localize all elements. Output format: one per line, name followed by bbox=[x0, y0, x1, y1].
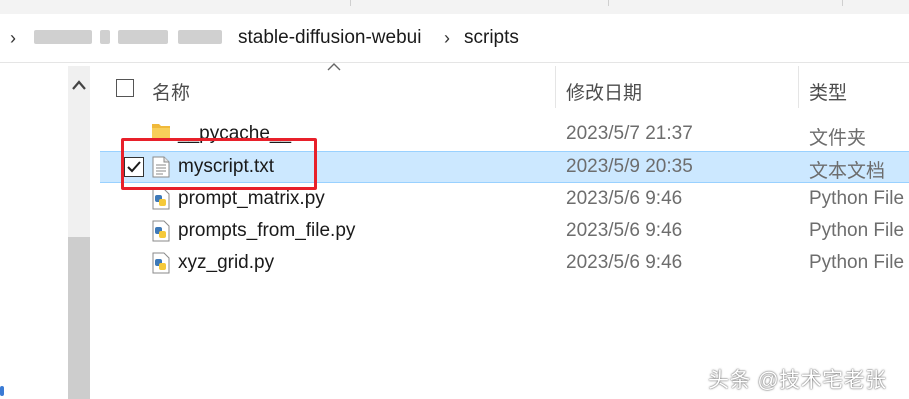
watermark-text: 头条 @技术宅老张 bbox=[708, 369, 887, 392]
breadcrumb-item[interactable]: stable-diffusion-webui bbox=[238, 27, 421, 49]
chevron-right-icon[interactable]: › bbox=[444, 28, 450, 49]
column-date-header[interactable]: 修改日期 bbox=[566, 78, 642, 105]
file-name: prompt_matrix.py bbox=[178, 188, 325, 209]
highlight-annotation bbox=[121, 138, 317, 190]
sort-ascending-icon bbox=[327, 63, 341, 71]
column-divider[interactable] bbox=[798, 66, 799, 108]
toolbar-divider bbox=[350, 0, 351, 6]
file-type: Python File bbox=[809, 188, 905, 209]
toolbar-strip bbox=[0, 0, 909, 15]
toolbar-divider bbox=[842, 0, 843, 6]
redacted-path-segment bbox=[178, 30, 222, 44]
file-date: 2023/5/6 9:46 bbox=[566, 252, 683, 273]
address-bar[interactable]: › stable-diffusion-webui › scripts bbox=[0, 14, 909, 63]
column-header bbox=[98, 63, 909, 115]
breadcrumb-item[interactable]: scripts bbox=[464, 27, 519, 49]
python-file-icon bbox=[152, 188, 170, 210]
nav-scrollbar-thumb[interactable] bbox=[68, 237, 90, 399]
file-name: xyz_grid.py bbox=[178, 252, 275, 273]
file-type: 文本文档 bbox=[809, 161, 886, 182]
toolbar-divider bbox=[608, 0, 609, 6]
file-row[interactable]: prompts_from_file.py 2023/5/6 9:46 Pytho… bbox=[100, 215, 909, 247]
chevron-right-icon[interactable]: › bbox=[10, 28, 16, 49]
column-divider[interactable] bbox=[555, 66, 556, 108]
file-type: 文件夹 bbox=[809, 128, 867, 149]
file-date: 2023/5/6 9:46 bbox=[566, 188, 683, 209]
file-type: Python File bbox=[809, 220, 905, 241]
file-date: 2023/5/7 21:37 bbox=[566, 123, 693, 144]
redacted-path-segment bbox=[118, 30, 168, 44]
python-file-icon bbox=[152, 220, 170, 242]
file-type: Python File bbox=[809, 252, 905, 273]
file-date: 2023/5/9 20:35 bbox=[566, 156, 693, 177]
column-name-header[interactable]: 名称 bbox=[152, 78, 190, 105]
scroll-up-icon[interactable] bbox=[68, 66, 90, 104]
file-row[interactable]: xyz_grid.py 2023/5/6 9:46 Python File bbox=[100, 247, 909, 279]
redacted-path-segment bbox=[100, 30, 110, 44]
select-all-checkbox[interactable] bbox=[116, 79, 134, 97]
file-name: prompts_from_file.py bbox=[178, 220, 356, 241]
file-date: 2023/5/6 9:46 bbox=[566, 220, 683, 241]
redacted-path-segment bbox=[34, 30, 92, 44]
python-file-icon bbox=[152, 252, 170, 274]
nav-indicator bbox=[0, 386, 4, 396]
column-type-header[interactable]: 类型 bbox=[809, 78, 847, 105]
